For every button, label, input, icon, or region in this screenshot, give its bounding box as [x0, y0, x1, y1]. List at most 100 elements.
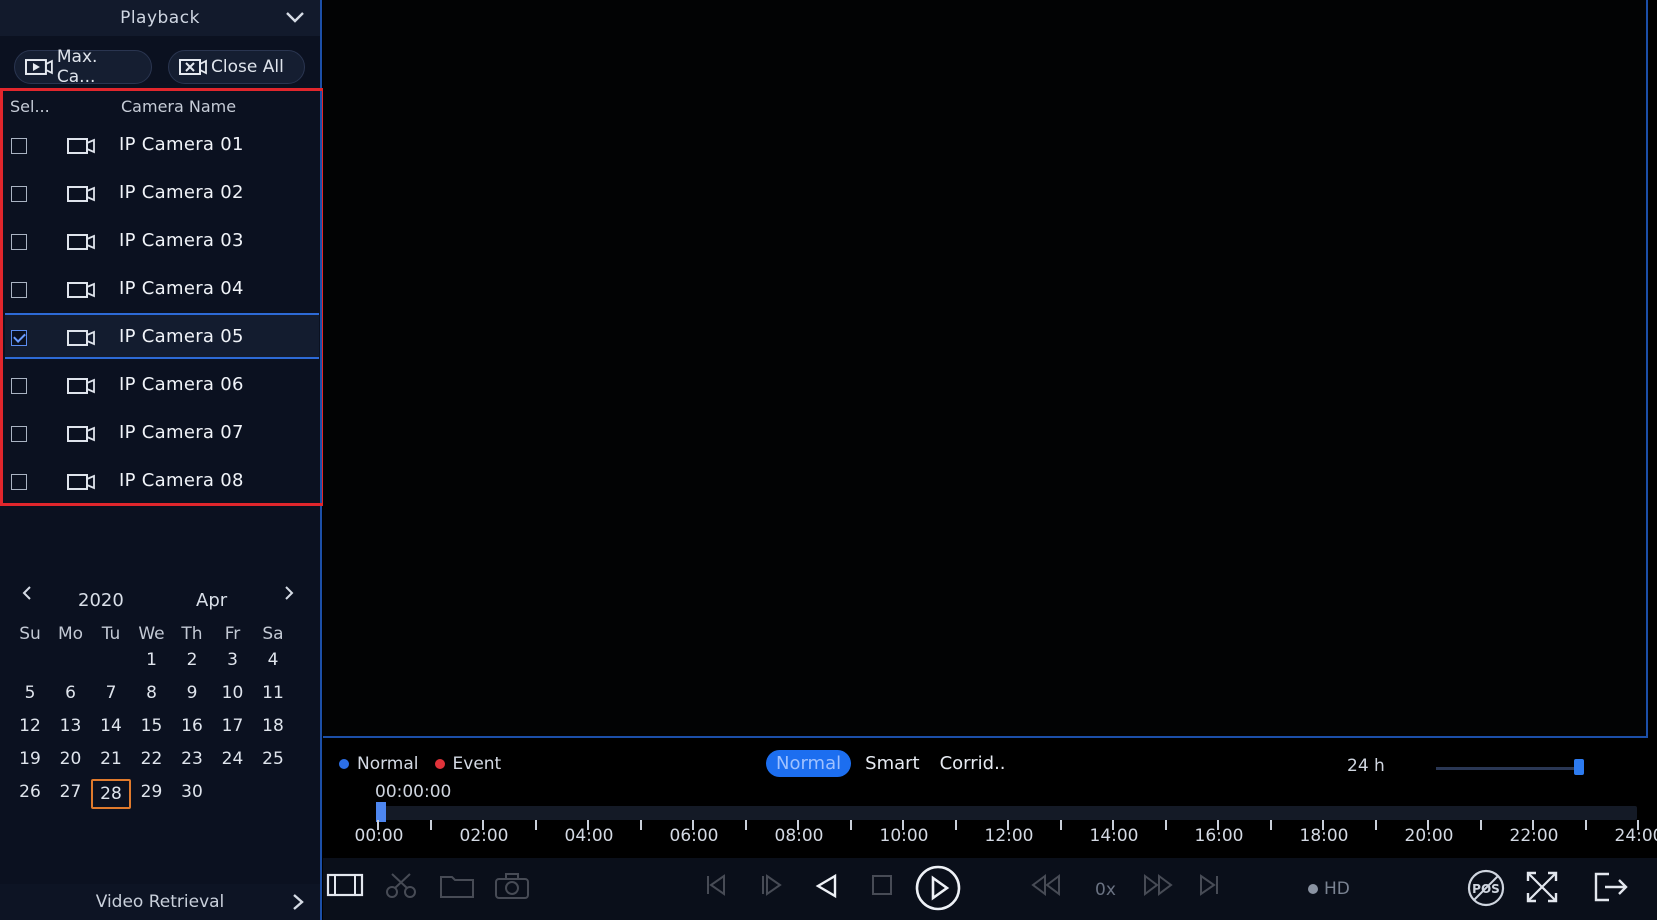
cut-button[interactable]	[384, 872, 420, 904]
calendar-day[interactable]: 30	[172, 782, 212, 808]
playback-mode-tabs: Normal Smart Corrid..	[766, 750, 1020, 777]
calendar-day[interactable]: 5	[10, 683, 50, 709]
stop-button[interactable]	[869, 872, 895, 902]
mode-corridor-tab[interactable]: Corrid..	[934, 750, 1012, 777]
calendar-day[interactable]: 13	[51, 716, 91, 742]
camera-row[interactable]: IP Camera 07	[5, 411, 319, 457]
calendar-day[interactable]: 17	[213, 716, 253, 742]
timeline-zoom-handle[interactable]	[1574, 759, 1584, 775]
weekday-label: We	[138, 624, 165, 644]
camera-checkbox[interactable]	[11, 138, 27, 154]
camera-row[interactable]: IP Camera 05	[5, 313, 319, 359]
camera-checkbox[interactable]	[11, 186, 27, 202]
stream-quality-toggle[interactable]: HD	[1308, 879, 1350, 899]
max-camera-button[interactable]: Max. Ca...	[14, 47, 152, 87]
timeline-cursor[interactable]	[376, 802, 386, 822]
stop-icon	[872, 875, 892, 895]
prev-month-button[interactable]	[20, 582, 34, 609]
select-column-header[interactable]: Sel...	[10, 97, 50, 116]
timeline-tick-label: 10:00	[879, 826, 929, 846]
camera-checkbox[interactable]	[11, 426, 27, 442]
camera-row[interactable]: IP Camera 02	[5, 171, 319, 217]
calendar-day-selected[interactable]: 28	[91, 779, 131, 809]
camera-row[interactable]: IP Camera 08	[5, 459, 319, 505]
chevron-down-icon[interactable]	[284, 8, 306, 26]
next-month-button[interactable]	[282, 582, 296, 609]
exit-icon	[1594, 872, 1628, 902]
timeline: Normal Event Normal Smart Corrid.. 24 h …	[323, 740, 1657, 858]
calendar-day[interactable]: 26	[10, 782, 50, 808]
calendar-day[interactable]: 10	[213, 683, 253, 709]
speed-up-button[interactable]	[1143, 872, 1173, 902]
calendar-day[interactable]: 29	[132, 782, 172, 808]
chevron-right-icon	[285, 586, 294, 600]
camera-row[interactable]: IP Camera 04	[5, 267, 319, 313]
camera-row[interactable]: IP Camera 03	[5, 219, 319, 265]
folder-icon	[440, 876, 474, 898]
legend-event-dot	[434, 759, 445, 769]
frame-step-icon	[762, 874, 782, 896]
calendar-day[interactable]: 23	[172, 749, 212, 775]
folder-button[interactable]	[439, 872, 475, 904]
video-retrieval-label: Video Retrieval	[95, 892, 225, 912]
reverse-play-button[interactable]	[813, 872, 841, 904]
camera-checkbox[interactable]	[11, 474, 27, 490]
calendar-day[interactable]: 4	[253, 650, 293, 676]
camera-row[interactable]: IP Camera 06	[5, 363, 319, 409]
calendar-day[interactable]: 9	[172, 683, 212, 709]
svg-text:POS: POS	[1472, 882, 1500, 896]
slow-down-button[interactable]	[1031, 872, 1061, 902]
calendar-day[interactable]: 20	[51, 749, 91, 775]
camera-name-column-header[interactable]: Camera Name	[121, 97, 236, 116]
calendar-day[interactable]: 6	[51, 683, 91, 709]
video-retrieval-bar[interactable]: Video Retrieval	[0, 884, 320, 920]
calendar-month[interactable]: Apr	[196, 590, 227, 611]
mode-normal-tab[interactable]: Normal	[766, 750, 852, 777]
calendar-day[interactable]: 7	[91, 683, 131, 709]
camera-checkbox[interactable]	[11, 378, 27, 394]
camera-checkbox[interactable]	[11, 282, 27, 298]
calendar-day[interactable]: 1	[132, 650, 172, 676]
playback-header[interactable]: Playback	[0, 0, 320, 36]
calendar-day[interactable]: 18	[253, 716, 293, 742]
snapshot-button[interactable]	[494, 872, 530, 904]
camera-checkbox[interactable]	[11, 330, 27, 346]
calendar-day[interactable]: 27	[51, 782, 91, 808]
calendar-day[interactable]: 22	[132, 749, 172, 775]
next-file-button[interactable]	[1196, 872, 1222, 902]
camera-list-panel: Sel... Camera Name IP Camera 01 IP Camera…	[0, 88, 325, 506]
camera-row[interactable]: IP Camera 01	[5, 123, 319, 169]
play-button[interactable]	[914, 864, 962, 916]
calendar-day[interactable]: 12	[10, 716, 50, 742]
timeline-tick-label: 04:00	[564, 826, 614, 846]
calendar-day[interactable]: 19	[10, 749, 50, 775]
timeline-zoom-slider[interactable]	[1436, 767, 1576, 770]
calendar-day[interactable]: 8	[132, 683, 172, 709]
timeline-tick-label: 18:00	[1299, 826, 1349, 846]
mode-smart-tab[interactable]: Smart	[859, 750, 925, 777]
video-camera-icon	[67, 474, 95, 490]
video-viewport[interactable]	[323, 0, 1648, 738]
timeline-tick-label: 14:00	[1089, 826, 1139, 846]
timeline-track[interactable]	[377, 806, 1637, 820]
calendar-day[interactable]: 24	[213, 749, 253, 775]
calendar-day[interactable]: 15	[132, 716, 172, 742]
skip-back-icon	[707, 874, 725, 896]
exit-button[interactable]	[1593, 870, 1629, 908]
close-all-button[interactable]: Close All	[168, 50, 305, 84]
clip-button[interactable]	[326, 872, 364, 902]
calendar-day[interactable]: 25	[253, 749, 293, 775]
calendar-day[interactable]: 21	[91, 749, 131, 775]
calendar-day[interactable]: 3	[213, 650, 253, 676]
next-frame-button[interactable]	[758, 872, 784, 902]
calendar-day[interactable]: 14	[91, 716, 131, 742]
previous-file-button[interactable]	[703, 872, 729, 902]
calendar-day[interactable]: 16	[172, 716, 212, 742]
camera-checkbox[interactable]	[11, 234, 27, 250]
calendar-day[interactable]: 2	[172, 650, 212, 676]
video-camera-icon	[67, 426, 95, 442]
calendar-year[interactable]: 2020	[78, 590, 124, 611]
calendar-day[interactable]: 11	[253, 683, 293, 709]
fullscreen-button[interactable]	[1525, 870, 1559, 908]
pos-button[interactable]: POS	[1466, 868, 1506, 912]
